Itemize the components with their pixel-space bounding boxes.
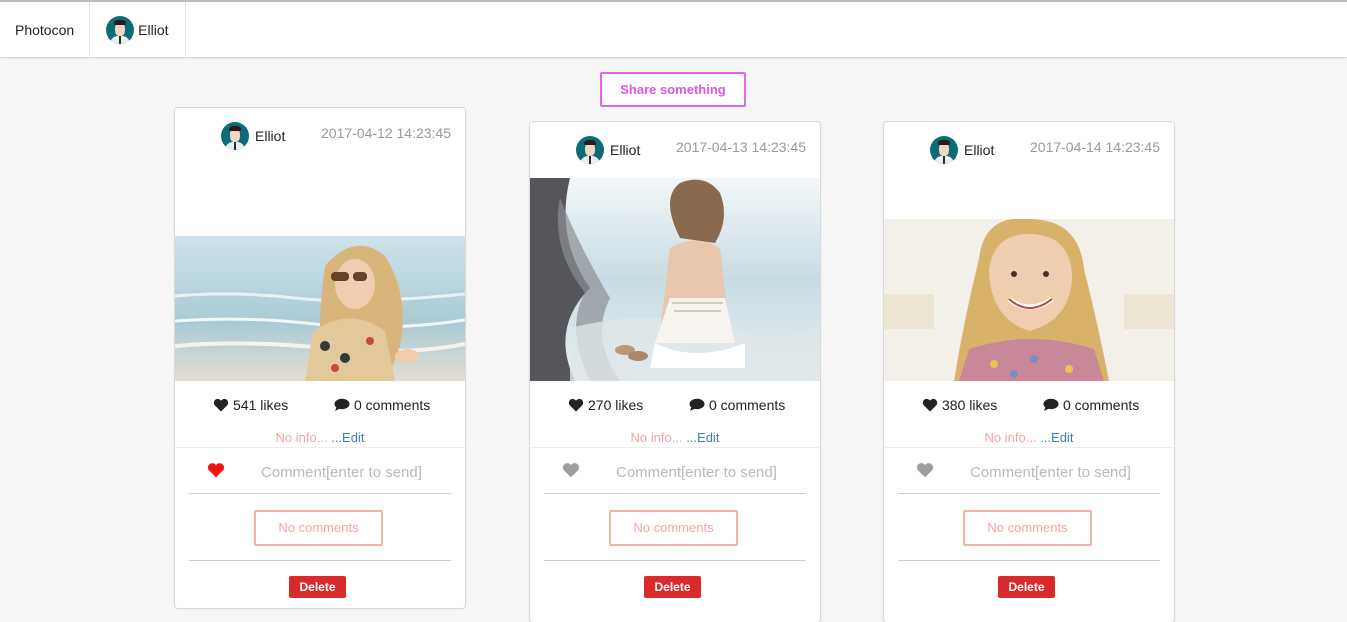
comments-count: 0 comments [334, 397, 430, 413]
like-toggle-heart-icon[interactable] [562, 462, 580, 483]
comments-count: 0 comments [689, 397, 785, 413]
info-text: No info... [984, 430, 1037, 445]
post-header: Elliot 2017-04-12 14:23:45 [175, 108, 465, 164]
comment-input[interactable] [616, 460, 806, 484]
author-avatar-icon [221, 122, 249, 150]
likes-count: 541 likes [213, 397, 288, 413]
comment-input[interactable] [970, 460, 1160, 484]
comment-row [544, 456, 806, 494]
post-author-name: Elliot [610, 142, 641, 158]
post-card: Elliot 2017-04-14 14:23:45 380 likes 0 c… [883, 121, 1175, 622]
likes-label: 270 likes [588, 397, 644, 413]
post-author[interactable]: Elliot [576, 136, 640, 164]
comment-input[interactable] [261, 460, 451, 484]
post-author-name: Elliot [964, 142, 995, 158]
likes-count: 380 likes [922, 397, 997, 413]
post-stats: 541 likes 0 comments [175, 397, 465, 417]
post-stats: 270 likes 0 comments [530, 397, 820, 417]
post-info: No info... ...Edit [530, 430, 820, 445]
delete-button[interactable]: Delete [289, 576, 346, 598]
comment-row [189, 456, 451, 494]
author-avatar-icon [576, 136, 604, 164]
edit-link[interactable]: ...Edit [1037, 430, 1073, 445]
post-info: No info... ...Edit [884, 430, 1174, 445]
comment-bubble-icon [689, 398, 705, 411]
post-date: 2017-04-14 14:23:45 [1030, 139, 1160, 155]
divider [530, 447, 820, 448]
nav-user-name: Elliot [138, 21, 169, 38]
post-author[interactable]: Elliot [930, 136, 994, 164]
comments-label: 0 comments [1063, 397, 1140, 413]
divider [898, 560, 1160, 561]
post-photo[interactable] [175, 236, 465, 381]
heart-icon [213, 398, 229, 412]
no-comments-button[interactable]: No comments [609, 510, 738, 546]
nav-user-profile[interactable]: Elliot [90, 2, 186, 57]
post-author-name: Elliot [255, 128, 286, 144]
navbar: Photocon Elliot [0, 2, 1347, 58]
heart-icon [568, 398, 584, 412]
post-date: 2017-04-12 14:23:45 [321, 125, 451, 141]
delete-button[interactable]: Delete [644, 576, 701, 598]
edit-link[interactable]: ...Edit [328, 430, 364, 445]
comments-label: 0 comments [709, 397, 786, 413]
divider [544, 560, 806, 561]
post-card: Elliot 2017-04-13 14:23:45 270 likes 0 c… [529, 121, 821, 622]
comment-bubble-icon [334, 398, 350, 411]
comment-row [898, 456, 1160, 494]
post-date: 2017-04-13 14:23:45 [676, 139, 806, 155]
photo-smiling-blonde-woman [884, 219, 1174, 381]
post-header: Elliot 2017-04-14 14:23:45 [884, 122, 1174, 178]
likes-label: 541 likes [233, 397, 289, 413]
edit-link[interactable]: ...Edit [683, 430, 719, 445]
author-avatar-icon [930, 136, 958, 164]
info-text: No info... [275, 430, 328, 445]
likes-count: 270 likes [568, 397, 643, 413]
post-card: Elliot 2017-04-12 14:23:45 541 likes 0 c… [174, 107, 466, 609]
divider [175, 447, 465, 448]
post-stats: 380 likes 0 comments [884, 397, 1174, 417]
divider [884, 447, 1174, 448]
photo-woman-sitting-by-water [530, 178, 820, 381]
divider [189, 560, 451, 561]
likes-label: 380 likes [942, 397, 998, 413]
like-toggle-heart-icon[interactable] [207, 462, 225, 483]
brand-link[interactable]: Photocon [0, 2, 91, 57]
like-toggle-heart-icon[interactable] [916, 462, 934, 483]
no-comments-button[interactable]: No comments [963, 510, 1092, 546]
photo-woman-at-beach [175, 236, 465, 381]
comments-label: 0 comments [354, 397, 431, 413]
post-header: Elliot 2017-04-13 14:23:45 [530, 122, 820, 178]
no-comments-button[interactable]: No comments [254, 510, 383, 546]
share-something-button[interactable]: Share something [600, 72, 746, 107]
comment-bubble-icon [1043, 398, 1059, 411]
post-info: No info... ...Edit [175, 430, 465, 445]
info-text: No info... [630, 430, 683, 445]
delete-button[interactable]: Delete [998, 576, 1055, 598]
brand-label: Photocon [15, 21, 75, 38]
comments-count: 0 comments [1043, 397, 1139, 413]
post-author[interactable]: Elliot [221, 122, 285, 150]
post-photo[interactable] [530, 178, 820, 381]
post-photo[interactable] [884, 219, 1174, 381]
user-avatar-icon [106, 15, 135, 44]
heart-icon [922, 398, 938, 412]
